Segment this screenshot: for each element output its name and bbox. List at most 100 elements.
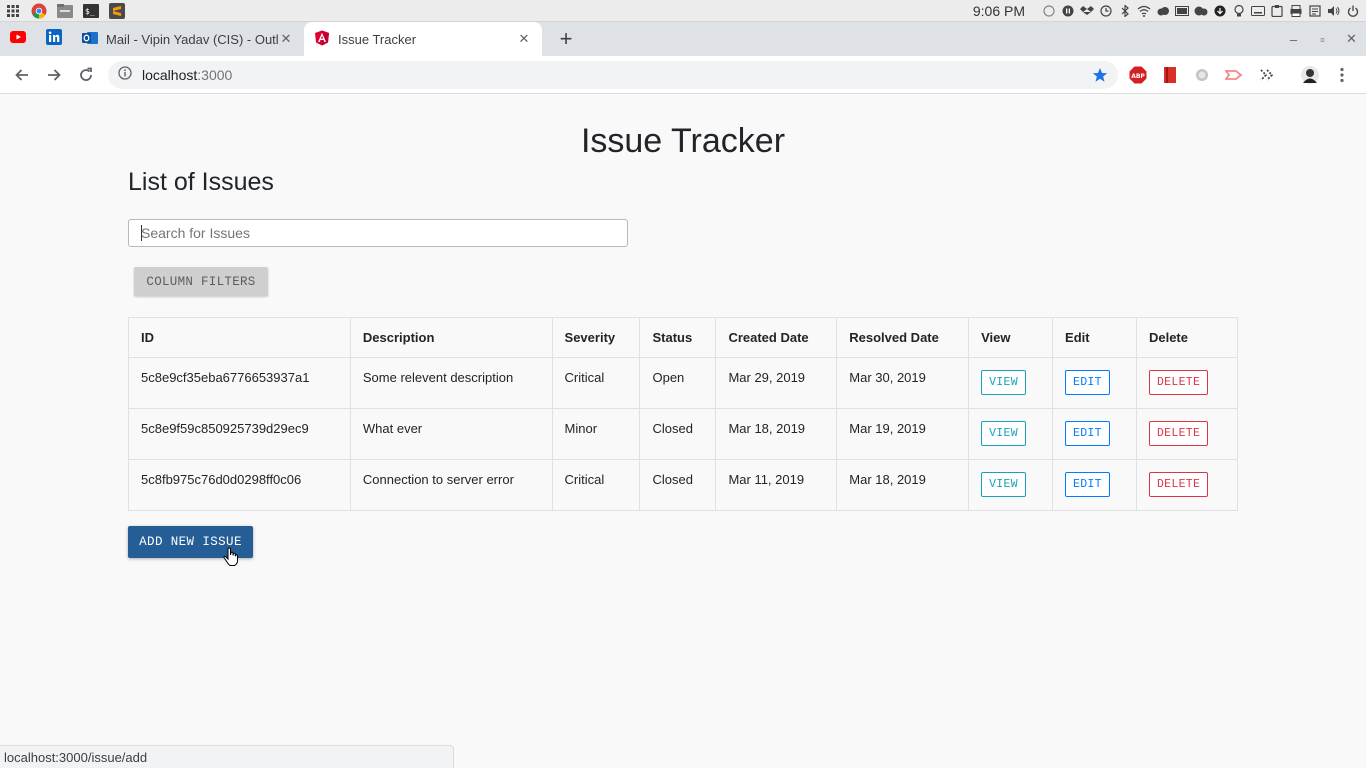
url-text: localhost:3000 bbox=[142, 67, 232, 83]
header-severity[interactable]: Severity bbox=[551, 317, 641, 358]
wifi-icon[interactable] bbox=[1137, 4, 1151, 18]
address-bar[interactable]: localhost:3000 bbox=[108, 61, 1118, 89]
note-icon[interactable] bbox=[1308, 4, 1322, 18]
clock[interactable]: 9:06 PM bbox=[973, 3, 1025, 19]
clock-icon[interactable] bbox=[1099, 4, 1113, 18]
cell-description: Connection to server error bbox=[349, 459, 553, 511]
hand-cursor-icon bbox=[223, 547, 239, 572]
table-row: 5c8fb975c76d0d0298ff0c06 Connection to s… bbox=[128, 459, 1239, 511]
header-id[interactable]: ID bbox=[128, 317, 351, 358]
cell-view: VIEW bbox=[968, 357, 1054, 409]
back-arrow-icon bbox=[15, 68, 28, 81]
maximize-button[interactable]: ▫ bbox=[1308, 22, 1337, 56]
os-top-bar: $_ 9:06 PM bbox=[0, 0, 1366, 22]
delete-button[interactable]: DELETE bbox=[1148, 370, 1209, 395]
book-extension-icon[interactable] bbox=[1160, 65, 1180, 85]
keyboard-icon[interactable] bbox=[1251, 4, 1265, 18]
edit-button[interactable]: EDIT bbox=[1065, 421, 1110, 446]
edit-button[interactable]: EDIT bbox=[1065, 472, 1110, 497]
cell-created-date: Mar 11, 2019 bbox=[715, 459, 838, 511]
view-button[interactable]: VIEW bbox=[981, 421, 1026, 446]
info-icon[interactable] bbox=[118, 65, 132, 85]
cell-resolved-date: Mar 30, 2019 bbox=[836, 357, 970, 409]
back-button[interactable] bbox=[6, 59, 38, 91]
cast-extension-icon[interactable] bbox=[1224, 65, 1244, 85]
search-input[interactable] bbox=[128, 219, 628, 247]
svg-text:ABP: ABP bbox=[1131, 73, 1145, 80]
power-icon[interactable] bbox=[1346, 4, 1360, 18]
url-port: :3000 bbox=[197, 67, 233, 83]
svg-text:$_: $_ bbox=[85, 7, 95, 16]
terminal-icon[interactable]: $_ bbox=[83, 3, 99, 19]
table-header-row: ID Description Severity Status Created D… bbox=[128, 317, 1239, 358]
arrow-extension-icon[interactable] bbox=[1256, 65, 1276, 85]
delete-button[interactable]: DELETE bbox=[1148, 472, 1209, 497]
header-edit: Edit bbox=[1052, 317, 1137, 358]
cell-severity: Minor bbox=[551, 408, 641, 460]
linkedin-icon bbox=[46, 28, 62, 50]
cell-status: Closed bbox=[639, 408, 717, 460]
outlook-icon bbox=[82, 30, 98, 49]
cell-delete: DELETE bbox=[1135, 357, 1239, 409]
cell-edit: EDIT bbox=[1052, 408, 1137, 460]
tab-close-button[interactable]: ✕ bbox=[278, 31, 294, 47]
edit-button[interactable]: EDIT bbox=[1065, 370, 1110, 395]
cell-delete: DELETE bbox=[1135, 459, 1239, 511]
lightbulb-icon[interactable] bbox=[1232, 4, 1246, 18]
bookmark-star-icon[interactable] bbox=[1092, 67, 1108, 88]
forward-button[interactable] bbox=[38, 59, 70, 91]
cell-status: Closed bbox=[639, 459, 717, 511]
dropbox-icon[interactable] bbox=[1080, 4, 1094, 18]
issues-table: ID Description Severity Status Created D… bbox=[128, 317, 1239, 511]
minimize-button[interactable]: – bbox=[1279, 22, 1308, 56]
close-window-button[interactable]: ✕ bbox=[1337, 22, 1366, 56]
tab-issue-tracker[interactable]: Issue Tracker ✕ bbox=[304, 22, 542, 56]
new-tab-button[interactable]: + bbox=[552, 22, 580, 56]
grey-circle-extension-icon[interactable] bbox=[1192, 65, 1212, 85]
status-bar-url: localhost:3000/issue/add bbox=[0, 745, 454, 768]
chrome-icon[interactable] bbox=[31, 3, 47, 19]
file-manager-icon[interactable] bbox=[57, 3, 73, 19]
view-button[interactable]: VIEW bbox=[981, 370, 1026, 395]
youtube-icon bbox=[10, 30, 26, 48]
reload-button[interactable] bbox=[70, 59, 102, 91]
menu-kebab-icon[interactable] bbox=[1332, 65, 1352, 85]
pinned-tab-linkedin[interactable] bbox=[36, 22, 72, 56]
header-status[interactable]: Status bbox=[639, 317, 717, 358]
pause-icon[interactable] bbox=[1061, 4, 1075, 18]
pinned-tab-youtube[interactable] bbox=[0, 22, 36, 56]
angular-icon bbox=[314, 30, 330, 49]
cell-description: Some relevent description bbox=[349, 357, 553, 409]
tab-mail-outlook[interactable]: Mail - Vipin Yadav (CIS) - Outlook ✕ bbox=[72, 22, 304, 56]
browser-toolbar: localhost:3000 ABP bbox=[0, 56, 1366, 94]
bluetooth-icon[interactable] bbox=[1118, 4, 1132, 18]
tray-circle-icon[interactable] bbox=[1042, 4, 1056, 18]
cell-edit: EDIT bbox=[1052, 357, 1137, 409]
view-button[interactable]: VIEW bbox=[981, 472, 1026, 497]
cloud-icon[interactable] bbox=[1156, 4, 1170, 18]
header-created-date[interactable]: Created Date bbox=[715, 317, 838, 358]
profile-avatar-icon[interactable] bbox=[1300, 65, 1320, 85]
reload-icon bbox=[80, 67, 92, 81]
cell-resolved-date: Mar 19, 2019 bbox=[836, 408, 970, 460]
battery-icon[interactable] bbox=[1175, 4, 1189, 18]
column-filters-button[interactable]: COLUMN FILTERS bbox=[134, 267, 268, 296]
delete-button[interactable]: DELETE bbox=[1148, 421, 1209, 446]
table-row: 5c8e9cf35eba6776653937a1 Some relevent d… bbox=[128, 357, 1239, 409]
cell-id: 5c8e9cf35eba6776653937a1 bbox=[128, 357, 351, 409]
header-resolved-date[interactable]: Resolved Date bbox=[836, 317, 970, 358]
header-view: View bbox=[968, 317, 1054, 358]
volume-icon[interactable] bbox=[1327, 4, 1341, 18]
download-icon[interactable] bbox=[1213, 4, 1227, 18]
tab-close-button[interactable]: ✕ bbox=[516, 31, 532, 47]
printer-icon[interactable] bbox=[1289, 4, 1303, 18]
app-grid-icon[interactable] bbox=[5, 3, 21, 19]
chat-icon[interactable] bbox=[1194, 4, 1208, 18]
header-description[interactable]: Description bbox=[349, 317, 553, 358]
cell-id: 5c8e9f59c850925739d29ec9 bbox=[128, 408, 351, 460]
sublime-text-icon[interactable] bbox=[109, 2, 125, 19]
cell-description: What ever bbox=[349, 408, 553, 460]
clipboard-icon[interactable] bbox=[1270, 4, 1284, 18]
adblock-icon[interactable]: ABP bbox=[1128, 65, 1148, 85]
page-title: Issue Tracker bbox=[580, 122, 786, 160]
